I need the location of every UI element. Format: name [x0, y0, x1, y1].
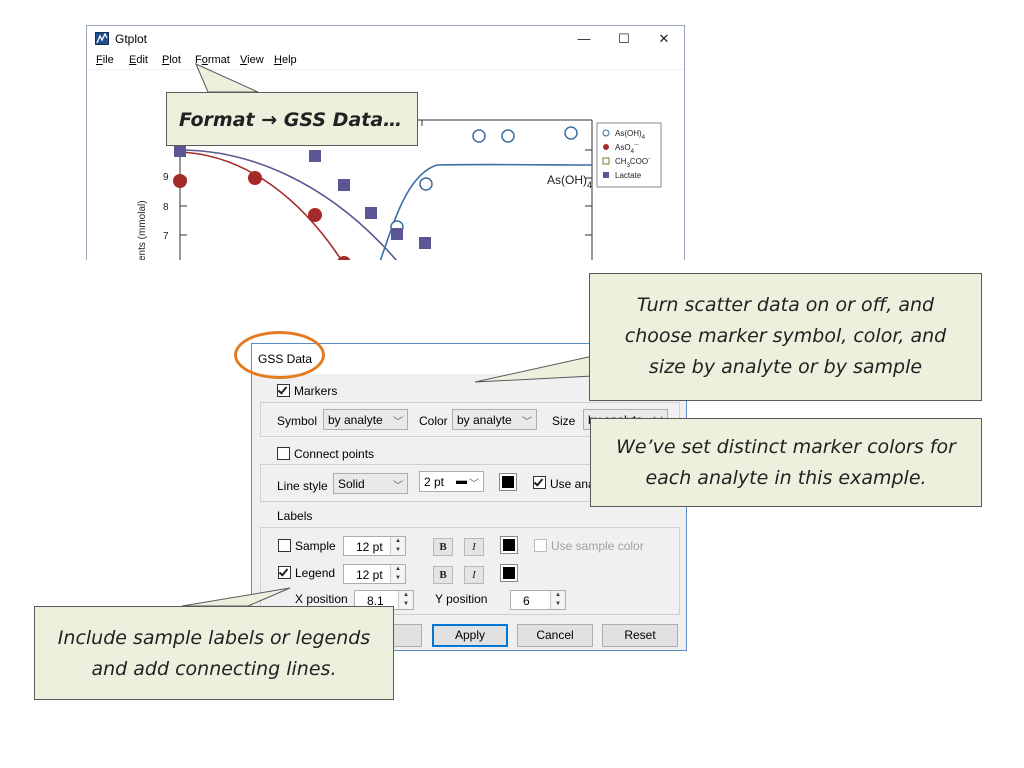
colors-callout: We’ve set distinct marker colors for eac… [590, 418, 982, 507]
scatter-callout: Turn scatter data on or off, and choose … [589, 273, 982, 401]
format-callout: Format → GSS Data… [166, 92, 418, 146]
labels-callout: Include sample labels or legends and add… [34, 606, 394, 700]
